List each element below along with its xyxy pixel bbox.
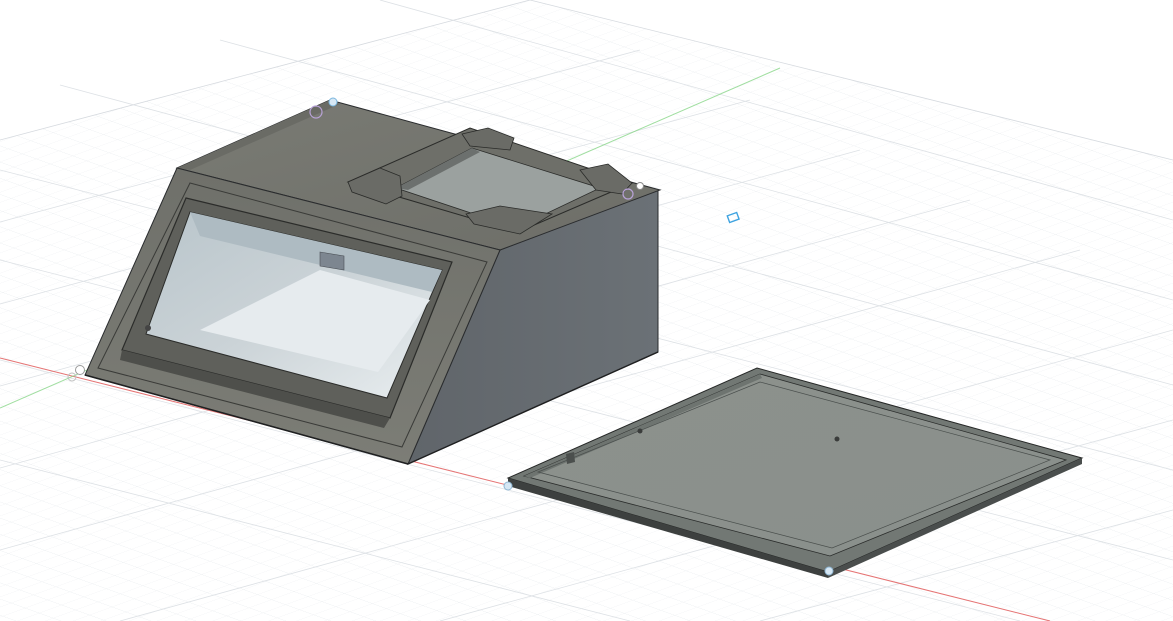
vertex-point-icon[interactable] <box>824 566 834 576</box>
screw-hole-icon <box>145 325 151 331</box>
mount-hole-icon <box>637 428 643 434</box>
vertex-point-icon[interactable] <box>75 365 85 375</box>
scene-canvas[interactable] <box>0 0 1173 621</box>
mount-hole-icon <box>834 436 840 442</box>
vertex-point-icon[interactable] <box>328 97 338 107</box>
3d-viewport[interactable] <box>0 0 1173 621</box>
vertex-point-icon[interactable] <box>636 182 644 190</box>
vertex-point-icon[interactable] <box>503 481 513 491</box>
